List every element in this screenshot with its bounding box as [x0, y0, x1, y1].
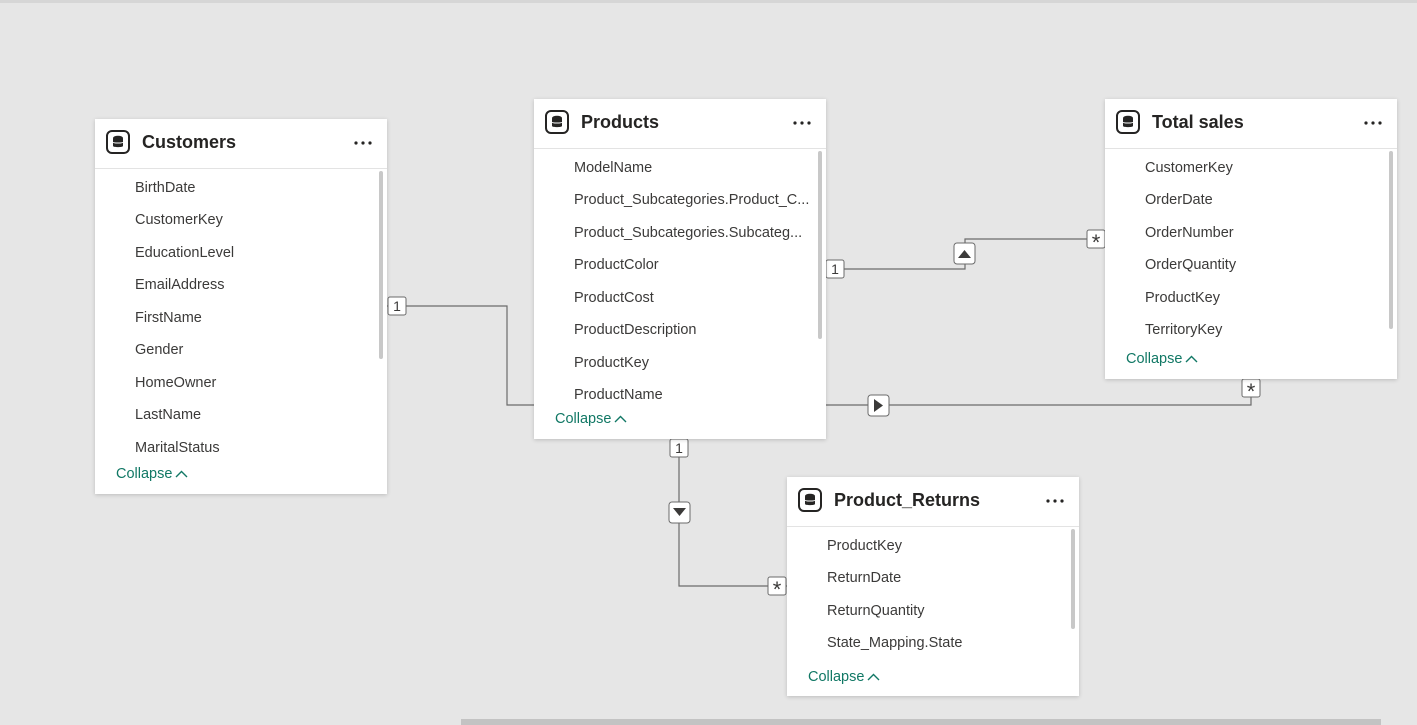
field-item[interactable]: OrderDate [1145, 191, 1213, 209]
svg-text:*: * [773, 577, 782, 602]
field-item[interactable]: ProductKey [827, 537, 902, 555]
table-title: Products [581, 112, 660, 132]
more-options-button[interactable] [1043, 489, 1067, 513]
database-icon [106, 130, 130, 154]
cardinality-one-marker: 1 [387, 296, 407, 316]
svg-text:1: 1 [393, 298, 401, 314]
table-title: Product_Returns [834, 490, 981, 510]
svg-text:*: * [1092, 230, 1101, 255]
table-header[interactable]: Product_Returns [787, 477, 1079, 527]
cardinality-many-marker: * [1086, 229, 1106, 255]
database-icon [798, 488, 822, 512]
more-options-button[interactable] [351, 131, 375, 155]
svg-text:1: 1 [675, 440, 683, 456]
table-card-total-sales[interactable]: Total sales CustomerKey OrderDate OrderN… [1105, 99, 1397, 379]
field-item[interactable]: Gender [135, 341, 183, 359]
table-header[interactable]: Customers [95, 119, 387, 169]
field-item[interactable]: ReturnQuantity [827, 602, 925, 620]
table-header[interactable]: Total sales [1105, 99, 1397, 149]
svg-text:1: 1 [831, 261, 839, 277]
field-item[interactable]: ModelName [574, 159, 652, 177]
field-item[interactable]: HomeOwner [135, 374, 216, 392]
field-item[interactable]: CustomerKey [135, 211, 223, 229]
field-item[interactable]: BirthDate [135, 179, 195, 197]
table-card-products[interactable]: Products ModelName Product_Subcategories… [534, 99, 826, 439]
field-item[interactable]: Product_Subcategories.Subcateg... [574, 224, 802, 242]
chevron-up-icon [1185, 351, 1198, 367]
table-title: Customers [142, 132, 237, 152]
field-list[interactable]: ProductKey ReturnDate ReturnQuantity Sta… [787, 527, 1067, 657]
cardinality-many-marker: * [767, 576, 787, 602]
collapse-label: Collapse [1126, 351, 1183, 367]
model-canvas[interactable]: 1 1 1 * * * Customers BirthDate Customer… [0, 0, 1417, 725]
vertical-scrollbar[interactable] [1389, 151, 1393, 329]
cardinality-one-marker: 1 [825, 259, 845, 279]
filter-direction-right-icon[interactable] [867, 394, 890, 417]
database-icon [545, 110, 569, 134]
collapse-label: Collapse [116, 466, 173, 482]
field-list[interactable]: BirthDate CustomerKey EducationLevel Ema… [95, 169, 375, 459]
relationship-products-returns[interactable] [678, 439, 787, 587]
filter-direction-down-icon[interactable] [668, 501, 691, 524]
field-item[interactable]: ReturnDate [827, 569, 901, 587]
table-header[interactable]: Products [534, 99, 826, 149]
svg-text:*: * [1247, 379, 1256, 404]
vertical-scrollbar[interactable] [818, 151, 822, 339]
database-icon [1116, 110, 1140, 134]
chevron-up-icon [867, 669, 880, 685]
cardinality-one-marker: 1 [669, 438, 689, 458]
field-item[interactable]: ProductKey [1145, 289, 1220, 307]
field-item[interactable]: Product_Subcategories.Product_C... [574, 191, 809, 209]
collapse-button[interactable]: Collapse [116, 466, 188, 482]
cardinality-many-marker: * [1241, 378, 1261, 404]
table-title: Total sales [1152, 112, 1244, 132]
vertical-scrollbar[interactable] [379, 171, 383, 359]
field-list[interactable]: ModelName Product_Subcategories.Product_… [534, 149, 814, 402]
horizontal-scrollbar[interactable] [461, 719, 1381, 725]
table-card-product-returns[interactable]: Product_Returns ProductKey ReturnDate Re… [787, 477, 1079, 696]
more-options-button[interactable] [790, 111, 814, 135]
field-item[interactable]: OrderNumber [1145, 224, 1234, 242]
chevron-up-icon [175, 466, 188, 482]
chevron-up-icon [614, 411, 627, 427]
field-item[interactable]: MaritalStatus [135, 439, 220, 457]
collapse-label: Collapse [808, 669, 865, 685]
field-item[interactable]: CustomerKey [1145, 159, 1233, 177]
collapse-button[interactable]: Collapse [808, 669, 880, 685]
field-item[interactable]: ProductKey [574, 354, 649, 372]
field-item[interactable]: State_Mapping.State [827, 634, 962, 652]
field-item[interactable]: ProductColor [574, 256, 659, 274]
field-item[interactable]: ProductName [574, 386, 663, 402]
field-item[interactable]: EmailAddress [135, 276, 224, 294]
field-item[interactable]: LastName [135, 406, 201, 424]
collapse-label: Collapse [555, 411, 612, 427]
filter-direction-up-icon[interactable] [953, 242, 976, 265]
field-item[interactable]: FirstName [135, 309, 202, 327]
more-options-button[interactable] [1361, 111, 1385, 135]
collapse-button[interactable]: Collapse [555, 411, 627, 427]
field-item[interactable]: OrderQuantity [1145, 256, 1236, 274]
field-list[interactable]: CustomerKey OrderDate OrderNumber OrderQ… [1105, 149, 1385, 339]
field-item[interactable]: EducationLevel [135, 244, 234, 262]
table-card-customers[interactable]: Customers BirthDate CustomerKey Educatio… [95, 119, 387, 494]
field-item[interactable]: ProductDescription [574, 321, 697, 339]
field-item[interactable]: ProductCost [574, 289, 654, 307]
collapse-button[interactable]: Collapse [1126, 351, 1198, 367]
vertical-scrollbar[interactable] [1071, 529, 1075, 629]
field-item[interactable]: TerritoryKey [1145, 321, 1222, 339]
